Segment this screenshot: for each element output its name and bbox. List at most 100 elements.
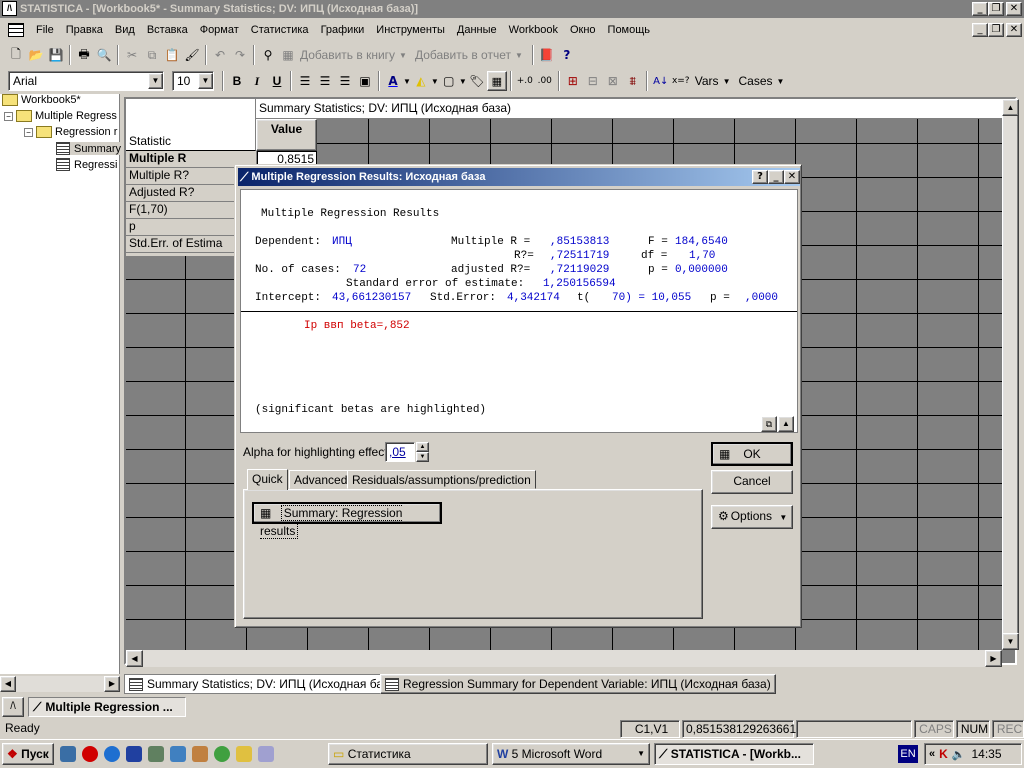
task-statistica[interactable]: ⟋ STATISTICA - [Workb... — [654, 743, 814, 765]
font-size-select[interactable]: 10 ▼ — [172, 71, 214, 91]
expand-up-icon[interactable]: ▲ — [778, 416, 794, 432]
minimize-button[interactable]: _ — [972, 2, 988, 16]
vertical-scrollbar[interactable] — [1002, 99, 1019, 650]
table-icon[interactable]: ⊞ — [563, 71, 583, 91]
cases-menu[interactable]: Cases — [738, 74, 772, 88]
print-preview-icon[interactable]: 🔍 — [94, 45, 114, 65]
menu-window[interactable]: Окно — [564, 20, 602, 40]
font-color-icon[interactable]: A — [383, 71, 403, 91]
tree-node-regression-summary[interactable]: Regressi — [56, 158, 117, 171]
delete-cells-icon[interactable]: ⊠ — [603, 71, 623, 91]
merge-icon[interactable]: ▣ — [355, 71, 375, 91]
fill-color-icon[interactable]: ◭ — [411, 71, 431, 91]
font-name-select[interactable]: Arial ▼ — [8, 71, 164, 91]
underline-button[interactable]: U — [267, 71, 287, 91]
menu-graphs[interactable]: Графики — [315, 20, 371, 40]
desktop-icon[interactable] — [60, 746, 76, 762]
find-icon[interactable]: ⚲ — [258, 45, 278, 65]
task-statistika[interactable]: ▭ Статистика — [328, 743, 488, 765]
menu-help[interactable]: Помощь — [602, 20, 657, 40]
task-word[interactable]: W 5 Microsoft Word ▼ — [492, 743, 650, 765]
network-icon[interactable] — [170, 746, 186, 762]
messenger-icon[interactable] — [236, 746, 252, 762]
italic-button[interactable]: I — [247, 71, 267, 91]
close-button[interactable]: ✕ — [1006, 2, 1022, 16]
vars-dropdown-icon[interactable]: ▼ — [723, 77, 731, 86]
app-title-bar[interactable]: /\ STATISTICA - [Workbook5* - Summary St… — [0, 0, 1024, 18]
dialog-minimize-button[interactable]: _ — [768, 170, 784, 184]
summary-regression-results-button[interactable]: ▦ Summary: Regression results — [252, 502, 442, 539]
cases-dropdown-icon[interactable]: ▼ — [777, 77, 785, 86]
speaker-icon[interactable]: 🔈 — [952, 748, 966, 761]
decrease-decimal-icon[interactable]: .00 — [535, 71, 555, 91]
opera-icon[interactable] — [82, 746, 98, 762]
paste-icon[interactable]: 📋 — [162, 45, 182, 65]
new-icon[interactable]: 🗋 — [6, 45, 26, 65]
tree-node-workbook[interactable]: Workbook5* — [2, 94, 81, 106]
mdi-window-multiple-regression[interactable]: ⟋ Multiple Regression ... — [28, 697, 186, 717]
sheet-tab-regression-summary[interactable]: Regression Summary for Dependent Variabl… — [380, 674, 776, 694]
ie-icon[interactable] — [104, 746, 120, 762]
align-right-icon[interactable]: ☰ — [335, 71, 355, 91]
format-painter-icon[interactable]: 🖌 — [182, 45, 202, 65]
clock[interactable]: 14:35 — [972, 747, 1002, 761]
align-center-icon[interactable]: ☰ — [315, 71, 335, 91]
app-icon[interactable]: /\ — [2, 1, 17, 16]
collapse-icon[interactable]: − — [4, 111, 13, 121]
mdi-app-icon[interactable]: /\ — [2, 697, 24, 717]
undo-icon[interactable]: ↶ — [210, 45, 230, 65]
alpha-spin-down-icon[interactable]: ▼ — [416, 452, 429, 462]
bold-button[interactable]: B — [227, 71, 247, 91]
menu-insert[interactable]: Вставка — [141, 20, 194, 40]
cancel-button[interactable]: Cancel — [711, 470, 793, 494]
menu-data[interactable]: Данные — [451, 20, 503, 40]
ok-button[interactable]: ▦ OK — [711, 442, 793, 466]
redo-icon[interactable]: ↷ — [230, 45, 250, 65]
add-to-book-button[interactable]: Добавить в книгу — [300, 48, 395, 62]
media-icon[interactable] — [214, 746, 230, 762]
menu-workbook[interactable]: Workbook — [503, 20, 564, 40]
add-to-report-dropdown-icon[interactable]: ▼ — [515, 51, 523, 60]
restore-button[interactable]: ❐ — [988, 2, 1004, 16]
border-dropdown-icon[interactable]: ▼ — [459, 77, 467, 86]
fill-color-dropdown-icon[interactable]: ▼ — [431, 77, 439, 86]
horizontal-scrollbar[interactable] — [126, 650, 1002, 667]
word-quick-icon[interactable] — [126, 746, 142, 762]
grid-icon[interactable]: ▦ — [486, 71, 507, 91]
menu-edit[interactable]: Правка — [60, 20, 109, 40]
dialog-title-bar[interactable]: ⟋ Multiple Regression Results: Исходная … — [238, 168, 800, 186]
menu-format[interactable]: Формат — [194, 20, 245, 40]
language-indicator[interactable]: EN — [898, 745, 918, 763]
menu-view[interactable]: Вид — [109, 20, 141, 40]
chevron-down-icon[interactable]: ▼ — [198, 73, 213, 89]
tray-chevron-icon[interactable]: « — [929, 748, 935, 760]
options-button[interactable]: ⚙ Options ▼ — [711, 505, 793, 529]
variables-icon[interactable]: ⩩ — [623, 71, 643, 91]
align-left-icon[interactable]: ☰ — [295, 71, 315, 91]
menu-file[interactable]: File — [30, 20, 60, 40]
alpha-spin-up-icon[interactable]: ▲ — [416, 442, 429, 452]
add-to-report-button[interactable]: Добавить в отчет — [415, 48, 511, 62]
doc-minimize-button[interactable]: _ — [972, 23, 988, 37]
font-color-dropdown-icon[interactable]: ▼ — [403, 77, 411, 86]
tree-scroll-left-icon[interactable]: ◀ — [0, 676, 16, 692]
alpha-input[interactable]: ,05 — [385, 442, 415, 462]
increase-decimal-icon[interactable]: +.0 — [515, 71, 535, 91]
menu-statistics[interactable]: Статистика — [245, 20, 315, 40]
sort-icon[interactable]: A↓ — [651, 71, 671, 91]
add-to-book-icon[interactable]: ▦ — [278, 45, 298, 65]
chevron-down-icon[interactable]: ▼ — [148, 73, 163, 89]
tag-icon[interactable]: 🏷 — [467, 71, 487, 91]
insert-cells-icon[interactable]: ⊟ — [583, 71, 603, 91]
sheet-tab-summary[interactable]: Summary Statistics; DV: ИПЦ (Исходная ба… — [124, 674, 405, 694]
formula-icon[interactable]: x=? — [671, 71, 691, 91]
border-icon[interactable]: ▢ — [439, 71, 459, 91]
calculator-icon[interactable] — [148, 746, 164, 762]
doc-restore-button[interactable]: ❐ — [988, 23, 1004, 37]
tab-advanced[interactable]: Advanced — [289, 470, 353, 489]
tools-icon[interactable] — [192, 746, 208, 762]
dialog-close-button[interactable]: ✕ — [784, 170, 800, 184]
scroll-left-icon[interactable]: ◀ — [126, 650, 143, 667]
tab-residuals[interactable]: Residuals/assumptions/prediction — [347, 470, 536, 489]
tree-node-regression-results[interactable]: − Regression r — [24, 126, 117, 138]
